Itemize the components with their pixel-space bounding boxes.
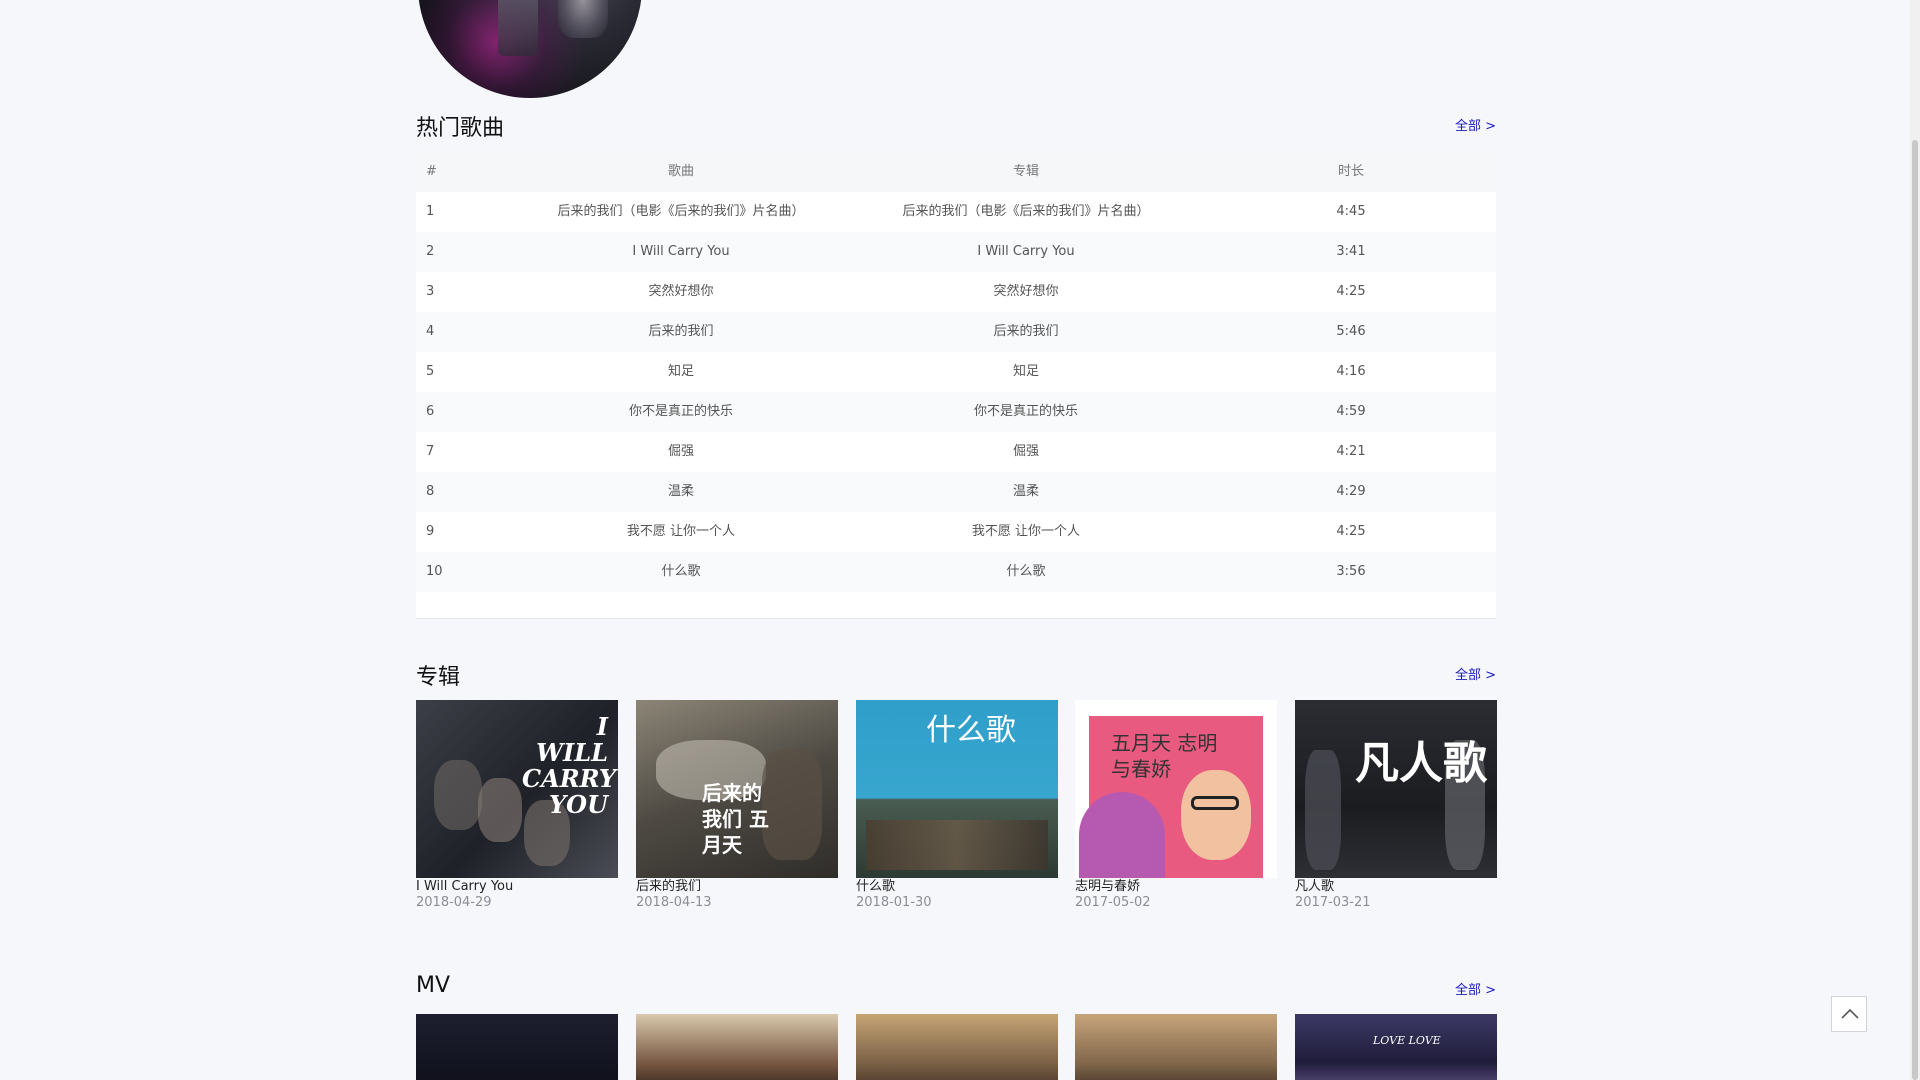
album-date: 2018-04-29 (416, 895, 492, 910)
row-duration: 4:29 (1336, 484, 1366, 499)
table-row[interactable]: 2 I Will Carry You I Will Carry You 3:41 (416, 232, 1496, 272)
mv-thumbnail[interactable] (636, 1014, 838, 1080)
mv-more-link[interactable]: 全部 > (1455, 979, 1496, 998)
table-row[interactable]: 8 温柔 温柔 4:29 (416, 472, 1496, 512)
row-album[interactable]: 后来的我们（电影《后来的我们》片名曲） (853, 192, 1199, 232)
artist-avatar (418, 0, 642, 98)
row-duration: 3:56 (1336, 564, 1366, 579)
table-row[interactable]: 3 突然好想你 突然好想你 4:25 (416, 272, 1496, 312)
album-name[interactable]: 凡人歌 (1295, 879, 1497, 895)
row-duration: 4:16 (1336, 364, 1366, 379)
row-album[interactable]: 突然好想你 (853, 272, 1199, 312)
row-song[interactable]: I Will Carry You (508, 232, 854, 272)
row-duration: 4:21 (1336, 444, 1366, 459)
row-duration: 4:25 (1336, 284, 1366, 299)
album-name[interactable]: I Will Carry You (416, 879, 618, 895)
row-duration: 4:45 (1336, 204, 1366, 219)
row-song[interactable]: 后来的我们 (508, 312, 854, 352)
table-row[interactable]: 6 你不是真正的快乐 你不是真正的快乐 4:59 (416, 392, 1496, 432)
row-album[interactable]: 温柔 (853, 472, 1199, 512)
row-album[interactable]: 倔强 (853, 432, 1199, 472)
row-song[interactable]: 倔强 (508, 432, 854, 472)
album-name[interactable]: 后来的我们 (636, 879, 838, 895)
page-scrollbar[interactable] (1910, 0, 1920, 1080)
album-cover-text: 五月天 志明与春娇 (1111, 731, 1218, 781)
album-card[interactable]: 后来的我们 五月天 后来的我们 2018-04-13 (636, 700, 838, 911)
row-index: 7 (426, 444, 435, 459)
album-card[interactable]: 五月天 志明与春娇 志明与春娇 2017-05-02 (1075, 700, 1277, 911)
album-date: 2017-05-02 (1075, 895, 1151, 910)
album-card[interactable]: 凡人歌 凡人歌 2017-03-21 (1295, 700, 1497, 911)
album-cover[interactable]: 后来的我们 五月天 (636, 700, 838, 878)
mv-thumbnail[interactable] (1075, 1014, 1277, 1080)
mv-thumbnail[interactable]: LOVE LOVE (1295, 1014, 1497, 1080)
row-duration: 4:25 (1336, 524, 1366, 539)
row-album[interactable]: 你不是真正的快乐 (853, 392, 1199, 432)
hot-songs-title: 热门歌曲 (416, 116, 505, 141)
table-row[interactable]: 9 我不愿 让你一个人 我不愿 让你一个人 4:25 (416, 512, 1496, 552)
row-song[interactable]: 后来的我们（电影《后来的我们》片名曲） (508, 192, 854, 232)
hot-songs-more-link[interactable]: 全部 > (1455, 115, 1496, 134)
row-song[interactable]: 我不愿 让你一个人 (508, 512, 854, 552)
album-date: 2018-04-13 (636, 895, 712, 910)
back-to-top-button[interactable] (1831, 996, 1867, 1032)
album-cover-text: I WILL CARRY YOU (522, 712, 617, 819)
row-album[interactable]: 后来的我们 (853, 312, 1199, 352)
albums-title: 专辑 (416, 665, 461, 690)
mv-caption: LOVE LOVE (1373, 1034, 1441, 1047)
row-song[interactable]: 突然好想你 (508, 272, 854, 312)
artist-page: 热门歌曲 全部 > # 歌曲 专辑 时长 1 后来的我们（电影《后来的我们》片名… (0, 0, 1920, 1080)
album-name[interactable]: 什么歌 (856, 879, 1058, 895)
table-row[interactable]: 7 倔强 倔强 4:21 (416, 432, 1496, 472)
row-song[interactable]: 你不是真正的快乐 (508, 392, 854, 432)
row-album[interactable]: 什么歌 (853, 552, 1199, 592)
album-card[interactable]: I WILL CARRY YOU I Will Carry You 2018-0… (416, 700, 618, 911)
albums-more-link[interactable]: 全部 > (1455, 664, 1496, 683)
album-cover-text: 凡人歌 (1355, 738, 1487, 789)
header-song: 歌曲 (667, 164, 694, 179)
row-album[interactable]: 知足 (853, 352, 1199, 392)
row-index: 6 (426, 404, 435, 419)
table-row[interactable]: 5 知足 知足 4:16 (416, 352, 1496, 392)
row-song[interactable]: 知足 (508, 352, 854, 392)
row-song[interactable]: 什么歌 (508, 552, 854, 592)
row-song[interactable]: 温柔 (508, 472, 854, 512)
row-index: 5 (426, 364, 435, 379)
row-index: 10 (426, 564, 443, 579)
row-album[interactable]: 我不愿 让你一个人 (853, 512, 1199, 552)
header-index: # (426, 164, 437, 179)
row-duration: 5:46 (1336, 324, 1366, 339)
row-duration: 4:59 (1336, 404, 1366, 419)
album-date: 2017-03-21 (1295, 895, 1371, 910)
table-row[interactable]: 4 后来的我们 后来的我们 5:46 (416, 312, 1496, 352)
album-cover[interactable]: 凡人歌 (1295, 700, 1497, 878)
album-cover[interactable]: 五月天 志明与春娇 (1075, 700, 1277, 878)
row-index: 4 (426, 324, 435, 339)
album-cover-text: 后来的我们 五月天 (702, 781, 769, 857)
mv-thumbnail[interactable] (416, 1014, 618, 1080)
album-card[interactable]: 什么歌 什么歌 2018-01-30 (856, 700, 1058, 911)
table-row[interactable]: 1 后来的我们（电影《后来的我们》片名曲） 后来的我们（电影《后来的我们》片名曲… (416, 192, 1496, 232)
table-header: # 歌曲 专辑 时长 (416, 152, 1496, 192)
row-index: 2 (426, 244, 435, 259)
hot-songs-table: # 歌曲 专辑 时长 1 后来的我们（电影《后来的我们》片名曲） 后来的我们（电… (416, 152, 1496, 619)
album-cover[interactable]: I WILL CARRY YOU (416, 700, 618, 878)
chevron-up-icon (1841, 1008, 1859, 1019)
album-name[interactable]: 志明与春娇 (1075, 879, 1277, 895)
album-cover[interactable]: 什么歌 (856, 700, 1058, 878)
row-duration: 3:41 (1336, 244, 1366, 259)
header-duration: 时长 (1337, 164, 1364, 179)
row-index: 8 (426, 484, 435, 499)
table-row[interactable]: 10 什么歌 什么歌 3:56 (416, 552, 1496, 592)
row-index: 9 (426, 524, 435, 539)
mv-thumbnail[interactable] (856, 1014, 1058, 1080)
row-index: 3 (426, 284, 435, 299)
mv-title: MV (416, 973, 451, 998)
album-date: 2018-01-30 (856, 895, 932, 910)
scrollbar-thumb[interactable] (1912, 140, 1918, 1080)
row-index: 1 (426, 204, 435, 219)
album-cover-text: 什么歌 (926, 713, 1016, 748)
header-album: 专辑 (1012, 164, 1039, 179)
row-album[interactable]: I Will Carry You (853, 232, 1199, 272)
